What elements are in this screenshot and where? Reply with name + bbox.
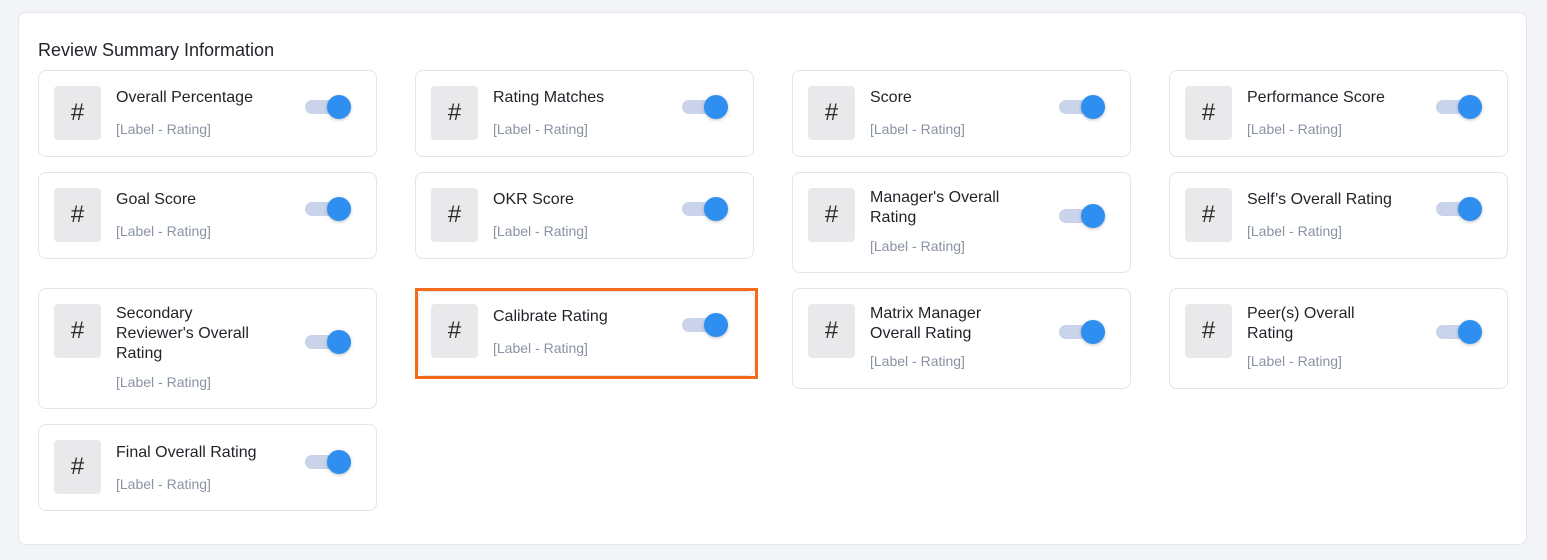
card-title: Secondary Reviewer's Overall Rating	[116, 305, 249, 362]
toggle-switch[interactable]	[1436, 320, 1482, 344]
card-subtitle: [Label - Rating]	[1247, 353, 1342, 369]
card-title: Manager's Overall Rating	[870, 189, 1000, 226]
card-title: Goal Score	[116, 191, 197, 208]
card-title: Calibrate Rating	[493, 308, 608, 325]
card-peers-overall-rating: # Peer(s) Overall Rating [Label - Rating…	[1169, 288, 1508, 389]
card-title: Self’s Overall Rating	[1247, 191, 1392, 208]
card-title: Score	[870, 89, 912, 106]
card-title: Final Overall Rating	[116, 444, 257, 461]
hash-icon: #	[1185, 188, 1232, 242]
card-title: Matrix Manager Overall Rating	[870, 305, 982, 342]
hash-icon: #	[431, 304, 478, 358]
toggle-switch[interactable]	[305, 95, 351, 119]
card-performance-score: # Performance Score [Label - Rating]	[1169, 70, 1508, 157]
card-score: # Score [Label - Rating]	[792, 70, 1131, 157]
card-subtitle: [Label - Rating]	[870, 238, 965, 254]
hash-icon: #	[54, 188, 101, 242]
card-secondary-reviewers-overall-rating: # Secondary Reviewer's Overall Rating [L…	[38, 288, 377, 409]
toggle-switch[interactable]	[1059, 320, 1105, 344]
card-subtitle: [Label - Rating]	[1247, 121, 1342, 137]
card-subtitle: [Label - Rating]	[116, 476, 211, 492]
card-goal-score: # Goal Score [Label - Rating]	[38, 172, 377, 259]
card-subtitle: [Label - Rating]	[493, 121, 588, 137]
card-title: Rating Matches	[493, 89, 605, 106]
card-title: Peer(s) Overall Rating	[1247, 305, 1355, 342]
card-calibrate-rating: # Calibrate Rating [Label - Rating]	[418, 291, 755, 376]
toggle-switch[interactable]	[305, 450, 351, 474]
hash-icon: #	[54, 86, 101, 140]
card-title: OKR Score	[493, 191, 574, 208]
card-subtitle: [Label - Rating]	[870, 121, 965, 137]
card-subtitle: [Label - Rating]	[116, 121, 211, 137]
hash-icon: #	[431, 188, 478, 242]
card-subtitle: [Label - Rating]	[493, 340, 588, 356]
hash-icon: #	[808, 304, 855, 358]
card-title: Performance Score	[1247, 89, 1385, 106]
toggle-switch[interactable]	[682, 95, 728, 119]
card-overall-percentage: # Overall Percentage [Label - Rating]	[38, 70, 377, 157]
hash-icon: #	[54, 440, 101, 494]
card-matrix-manager-overall-rating: # Matrix Manager Overall Rating [Label -…	[792, 288, 1131, 389]
card-subtitle: [Label - Rating]	[1247, 223, 1342, 239]
card-rating-matches: # Rating Matches [Label - Rating]	[415, 70, 754, 157]
card-selfs-overall-rating: # Self’s Overall Rating [Label - Rating]	[1169, 172, 1508, 259]
hash-icon: #	[808, 188, 855, 242]
card-okr-score: # OKR Score [Label - Rating]	[415, 172, 754, 259]
section-title: Review Summary Information	[38, 40, 275, 60]
hash-icon: #	[431, 86, 478, 140]
toggle-switch[interactable]	[1436, 197, 1482, 221]
toggle-switch[interactable]	[682, 197, 728, 221]
toggle-switch[interactable]	[305, 330, 351, 354]
toggle-switch[interactable]	[1059, 204, 1105, 228]
card-final-overall-rating: # Final Overall Rating [Label - Rating]	[38, 424, 377, 511]
hash-icon: #	[1185, 304, 1232, 358]
card-title: Overall Percentage	[116, 89, 253, 106]
card-subtitle: [Label - Rating]	[116, 223, 211, 239]
card-subtitle: [Label - Rating]	[493, 223, 588, 239]
toggle-switch[interactable]	[1436, 95, 1482, 119]
card-managers-overall-rating: # Manager's Overall Rating [Label - Rati…	[792, 172, 1131, 273]
card-subtitle: [Label - Rating]	[870, 353, 965, 369]
hash-icon: #	[1185, 86, 1232, 140]
toggle-switch[interactable]	[1059, 95, 1105, 119]
hash-icon: #	[54, 304, 101, 358]
card-subtitle: [Label - Rating]	[116, 374, 211, 390]
toggle-switch[interactable]	[305, 197, 351, 221]
toggle-switch[interactable]	[682, 313, 728, 337]
hash-icon: #	[808, 86, 855, 140]
